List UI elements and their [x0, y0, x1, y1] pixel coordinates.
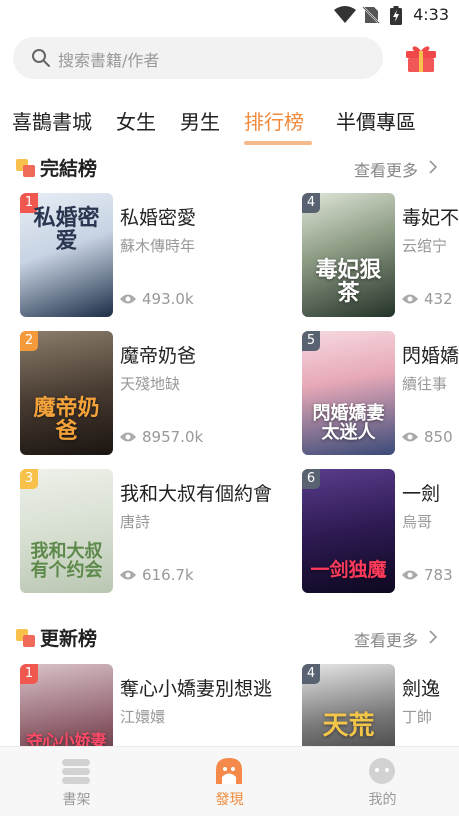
- status-bar: 4:33: [0, 0, 459, 30]
- rank-badge: 4: [302, 664, 320, 684]
- book-title[interactable]: 閃婚嬌: [402, 341, 459, 368]
- view-count-value: 783: [424, 566, 453, 584]
- cover-title: 閃婚嬌妻太迷人: [312, 403, 385, 444]
- tab-half-price[interactable]: 半價專區: [336, 106, 416, 135]
- active-tab-indicator: [244, 141, 312, 145]
- book-author: 天殘地缺: [120, 375, 181, 393]
- book-cover[interactable]: 1 私婚密爱: [20, 193, 113, 317]
- book-author: 丁帥: [402, 708, 433, 726]
- book-cover[interactable]: 4 毒妃狠茶: [302, 193, 395, 317]
- cover-title: 魔帝奶爸: [33, 394, 100, 444]
- rank-badge: 6: [302, 469, 320, 489]
- see-more-link[interactable]: 查看更多: [354, 627, 418, 651]
- book-author: 續往事: [402, 375, 448, 393]
- cover-title: 我和大叔有个约会: [30, 541, 103, 582]
- cover-title: 毒妃狠茶: [315, 256, 382, 306]
- nav-bookshelf[interactable]: 書架: [0, 747, 153, 816]
- book-author: 烏哥: [402, 513, 433, 531]
- no-sim-icon: [362, 6, 380, 24]
- book-author: 唐詩: [120, 513, 151, 531]
- category-tabs: 喜鵲書城 女生 男生 排行榜 半價專區: [12, 106, 459, 146]
- section-title: 更新榜: [40, 628, 98, 650]
- rank-badge: 2: [20, 331, 38, 351]
- book-title[interactable]: 劍逸: [402, 674, 440, 701]
- book-title[interactable]: 一劍: [402, 479, 440, 506]
- book-cover[interactable]: 2 魔帝奶爸: [20, 331, 113, 455]
- tab-home[interactable]: 喜鵲書城: [12, 106, 92, 135]
- rank-badge: 3: [20, 469, 38, 489]
- book-cover[interactable]: 3 我和大叔有个约会: [20, 469, 113, 593]
- bottom-nav: 書架 發現 我的: [0, 746, 459, 816]
- book-author: 云绾宁: [402, 237, 448, 255]
- section-flag-icon: [16, 629, 36, 647]
- book-item[interactable]: 2 魔帝奶爸 魔帝奶爸 天殘地缺 8957.0k: [20, 331, 280, 456]
- eye-icon: [402, 432, 418, 442]
- profile-icon: [369, 758, 395, 784]
- book-item[interactable]: 3 我和大叔有个约会 我和大叔有個約會 唐詩 616.7k: [20, 469, 280, 594]
- chevron-right-icon[interactable]: [428, 629, 438, 645]
- discover-icon: [216, 758, 242, 784]
- eye-icon: [120, 432, 136, 442]
- book-title[interactable]: 奪心小嬌妻別想逃: [120, 674, 272, 701]
- section-header-updated: 更新榜 查看更多: [16, 624, 446, 654]
- book-title[interactable]: 我和大叔有個約會: [120, 479, 272, 506]
- tab-female[interactable]: 女生: [116, 106, 156, 135]
- search-placeholder: 搜索書籍/作者: [58, 51, 160, 70]
- bookshelf-icon: [62, 759, 90, 784]
- status-time: 4:33: [413, 5, 449, 24]
- book-title[interactable]: 毒妃不: [402, 203, 459, 230]
- view-count-value: 8957.0k: [142, 428, 204, 446]
- book-item[interactable]: 4 毒妃狠茶 毒妃不 云绾宁 432: [302, 193, 459, 318]
- see-more-link[interactable]: 查看更多: [354, 157, 418, 181]
- view-count-value: 493.0k: [142, 290, 194, 308]
- book-item[interactable]: 5 閃婚嬌妻太迷人 閃婚嬌 續往事 850: [302, 331, 459, 456]
- nav-label: 我的: [368, 792, 397, 808]
- book-item[interactable]: 6 一剑独魔 一劍 烏哥 783: [302, 469, 459, 594]
- nav-label: 發現: [215, 792, 244, 808]
- book-item[interactable]: 1 私婚密爱 私婚密愛 蘇木傳時年 493.0k: [20, 193, 280, 318]
- nav-discover[interactable]: 發現: [153, 747, 306, 816]
- book-cover[interactable]: 6 一剑独魔: [302, 469, 395, 593]
- section-title: 完結榜: [40, 158, 98, 180]
- rank-badge: 1: [20, 664, 38, 684]
- rank-badge: 5: [302, 331, 320, 351]
- eye-icon: [120, 294, 136, 304]
- cover-title: 一剑独魔: [310, 559, 387, 582]
- eye-icon: [402, 570, 418, 580]
- search-bar[interactable]: 搜索書籍/作者: [13, 37, 383, 79]
- book-title[interactable]: 私婚密愛: [120, 203, 196, 230]
- search-icon: [32, 49, 50, 67]
- gift-icon[interactable]: [405, 43, 437, 73]
- view-count-value: 432: [424, 290, 453, 308]
- battery-charging-icon: [390, 6, 402, 25]
- book-author: 蘇木傳時年: [120, 237, 196, 255]
- tab-male[interactable]: 男生: [180, 106, 220, 135]
- nav-profile[interactable]: 我的: [306, 747, 459, 816]
- tab-ranking[interactable]: 排行榜: [244, 106, 304, 135]
- nav-label: 書架: [62, 792, 91, 808]
- book-cover[interactable]: 5 閃婚嬌妻太迷人: [302, 331, 395, 455]
- eye-icon: [402, 294, 418, 304]
- section-header-completed: 完結榜 查看更多: [16, 154, 446, 184]
- section-flag-icon: [16, 159, 36, 177]
- cover-title: 天荒: [322, 710, 375, 741]
- rank-badge: 4: [302, 193, 320, 213]
- chevron-right-icon[interactable]: [428, 159, 438, 175]
- view-count-value: 850: [424, 428, 453, 446]
- book-title[interactable]: 魔帝奶爸: [120, 341, 196, 368]
- view-count-value: 616.7k: [142, 566, 194, 584]
- eye-icon: [120, 570, 136, 580]
- wifi-icon: [334, 6, 356, 23]
- book-author: 江嬛嬛: [120, 708, 166, 726]
- cover-title: 私婚密爱: [33, 205, 100, 255]
